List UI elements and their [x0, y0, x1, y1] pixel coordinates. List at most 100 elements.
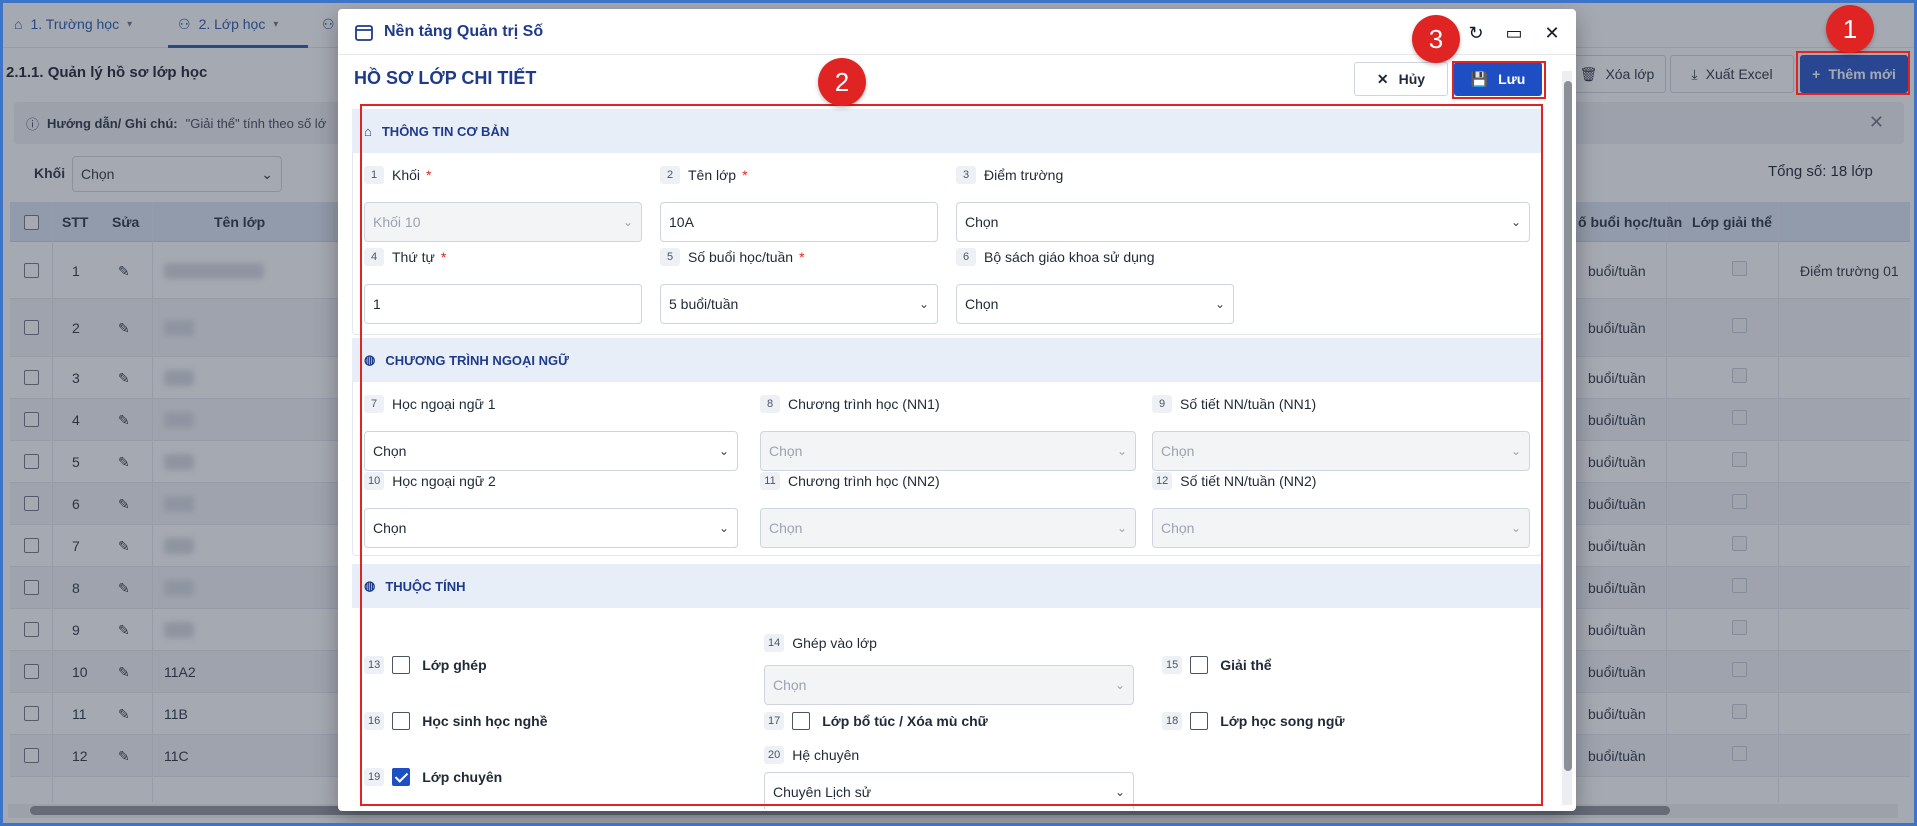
label-text: Số tiết NN/tuần (NN1): [1180, 396, 1317, 412]
modal-title: HỒ SƠ LỚP CHI TIẾT: [354, 68, 537, 88]
window-icon: [355, 25, 373, 41]
chevron-down-icon: ⌄: [1510, 215, 1521, 229]
label-text: Điểm trường: [984, 167, 1064, 183]
select-value: 5 buổi/tuần: [669, 296, 739, 312]
bo-tuc-checkbox[interactable]: [792, 712, 811, 730]
save-label: Lưu: [1498, 71, 1526, 87]
field-number: 10: [364, 472, 385, 490]
annotation-badge-3: 3: [1412, 15, 1460, 63]
field-number: 11: [760, 472, 780, 490]
field-number: 17: [764, 712, 785, 730]
section-foreign-language: ◍ CHƯƠNG TRÌNH NGOẠI NGỮ: [352, 338, 1542, 382]
field-tiet-nn2-label: 12 Số tiết NN/tuần (NN2): [1152, 472, 1316, 490]
thu-tu-input[interactable]: 1: [364, 284, 642, 324]
lop-ghep-checkbox[interactable]: [392, 656, 411, 674]
giai-the-checkbox[interactable]: [1190, 656, 1209, 674]
label-text: Bộ sách giáo khoa sử dụng: [984, 249, 1155, 265]
field-nn2-label: 10 Học ngoại ngữ 2: [364, 472, 496, 490]
field-ct-nn1-label: 8 Chương trình học (NN1): [760, 395, 940, 413]
chevron-down-icon: ⌄: [622, 215, 633, 229]
label-text: Lớp chuyên: [422, 769, 503, 785]
so-buoi-select[interactable]: 5 buổi/tuần ⌄: [660, 284, 938, 324]
label-text: Chương trình học (NN1): [788, 396, 940, 412]
lop-chuyen-checkbox-row[interactable]: 19 Lớp chuyên: [364, 768, 502, 786]
hoc-nghe-checkbox-row[interactable]: 16 Học sinh học nghề: [364, 712, 547, 730]
field-nn1-label: 7 Học ngoại ngữ 1: [364, 395, 496, 413]
select-value: Chọn: [1161, 443, 1195, 459]
annotation-badge-1: 1: [1826, 5, 1874, 53]
maximize-icon[interactable]: ▭: [1502, 21, 1526, 45]
field-diem-truong-label: 3 Điểm trường: [956, 166, 1063, 184]
required-mark: *: [742, 167, 748, 183]
chevron-down-icon: ⌄: [1114, 678, 1125, 692]
chevron-down-icon: ⌄: [1510, 521, 1521, 535]
select-value: Chọn: [769, 443, 803, 459]
bo-tuc-checkbox-row[interactable]: 17 Lớp bổ túc / Xóa mù chữ: [764, 712, 988, 730]
label-text: Hệ chuyên: [792, 747, 860, 763]
annotation-badge-2: 2: [818, 58, 866, 106]
section-basic-info: ⌂ THÔNG TIN CƠ BẢN: [352, 109, 1542, 153]
field-number: 9: [1152, 395, 1172, 413]
he-chuyen-select[interactable]: Chuyên Lịch sử ⌄: [764, 772, 1134, 809]
nn1-select[interactable]: Chọn ⌄: [364, 431, 738, 471]
select-value: Chọn: [965, 214, 999, 230]
lop-ghep-checkbox-row[interactable]: 13 Lớp ghép: [364, 656, 487, 674]
close-icon[interactable]: ✕: [1540, 21, 1564, 45]
field-number: 3: [956, 166, 976, 184]
home-icon: ⌂: [364, 123, 372, 139]
field-number: 18: [1162, 712, 1183, 730]
bo-sach-select[interactable]: Chọn ⌄: [956, 284, 1234, 324]
cancel-button[interactable]: ✕ Hủy: [1354, 62, 1448, 96]
globe-icon: ◍: [364, 578, 376, 593]
label-text: Giải thể: [1220, 657, 1272, 673]
label-text: Học ngoại ngữ 1: [392, 396, 496, 412]
diem-truong-select[interactable]: Chọn ⌄: [956, 202, 1530, 242]
required-mark: *: [799, 249, 805, 265]
nn2-select[interactable]: Chọn ⌄: [364, 508, 738, 548]
close-icon: ✕: [1376, 70, 1389, 87]
section-attributes: ◍ THUỘC TÍNH: [352, 564, 1542, 608]
select-value: Chọn: [773, 677, 807, 693]
field-he-chuyen-label: 20 Hệ chuyên: [764, 746, 859, 764]
field-ghep-vao-lop-label: 14 Ghép vào lớp: [764, 634, 877, 652]
refresh-icon[interactable]: ↻: [1464, 21, 1488, 45]
label-text: Ghép vào lớp: [792, 635, 877, 651]
field-number: 13: [364, 656, 385, 674]
field-number: 19: [364, 768, 385, 786]
field-ct-nn2-label: 11 Chương trình học (NN2): [760, 472, 940, 490]
chevron-down-icon: ⌄: [1114, 785, 1125, 799]
field-thu-tu-label: 4 Thứ tự *: [364, 248, 446, 266]
label-text: Lớp ghép: [422, 657, 487, 673]
section-title: CHƯƠNG TRÌNH NGOẠI NGỮ: [385, 352, 569, 368]
modal-window-title: Nền tảng Quản trị Số: [384, 23, 544, 40]
label-text: Chương trình học (NN2): [788, 473, 940, 489]
field-number: 7: [364, 395, 384, 413]
field-tiet-nn1-label: 9 Số tiết NN/tuần (NN1): [1152, 395, 1316, 413]
field-number: 16: [364, 712, 385, 730]
tiet-nn1-select: Chọn ⌄: [1152, 431, 1530, 471]
field-khoi-label: 1 Khối *: [364, 166, 431, 184]
section-title: THÔNG TIN CƠ BẢN: [381, 123, 510, 139]
vertical-scrollbar[interactable]: [1564, 81, 1572, 771]
hoc-nghe-checkbox[interactable]: [392, 712, 411, 730]
giai-the-checkbox-row[interactable]: 15 Giải thể: [1162, 656, 1272, 674]
select-value: Chọn: [965, 296, 999, 312]
song-ngu-checkbox[interactable]: [1190, 712, 1209, 730]
label-text: Số buổi học/tuần: [688, 249, 794, 265]
select-value: Khối 10: [373, 214, 421, 230]
select-value: Chọn: [373, 520, 407, 536]
modal-body: ⌂ THÔNG TIN CƠ BẢN 1 Khối * Khối 10 ⌄ 2 Tên …: [352, 109, 1542, 809]
save-button[interactable]: 💾 Lưu: [1454, 62, 1542, 96]
lop-chuyen-checkbox[interactable]: [392, 768, 411, 786]
select-value: Chọn: [1161, 520, 1195, 536]
input-value: 1: [373, 296, 381, 312]
song-ngu-checkbox-row[interactable]: 18 Lớp học song ngữ: [1162, 712, 1345, 730]
field-bo-sach-label: 6 Bộ sách giáo khoa sử dụng: [956, 248, 1155, 266]
select-value: Chọn: [373, 443, 407, 459]
label-text: Lớp học song ngữ: [1220, 713, 1345, 729]
ten-lop-input[interactable]: 10A: [660, 202, 938, 242]
chevron-down-icon: ⌄: [1510, 444, 1521, 458]
chevron-down-icon: ⌄: [1214, 297, 1225, 311]
tiet-nn2-select: Chọn ⌄: [1152, 508, 1530, 548]
label-text: Học ngoại ngữ 2: [392, 473, 496, 489]
